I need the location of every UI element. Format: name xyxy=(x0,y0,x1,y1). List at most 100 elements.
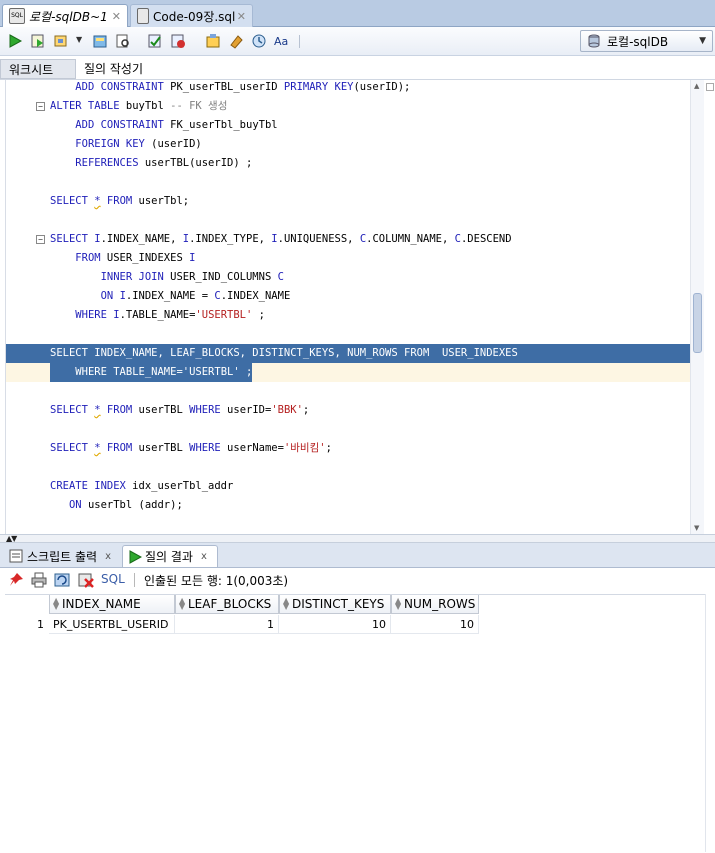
code-line[interactable]: REFERENCES userTBL(userID) ; xyxy=(6,154,690,173)
code-token: .INDEX_NAME xyxy=(220,290,291,302)
code-line[interactable] xyxy=(6,420,690,439)
table-cell[interactable]: 10 xyxy=(391,615,479,634)
tab-label: 스크립트 출력 xyxy=(27,549,98,564)
unshared-sql-icon[interactable] xyxy=(205,33,221,49)
run-script-icon[interactable] xyxy=(30,33,46,49)
code-line[interactable]: ADD CONSTRAINT PK_userTBL_userID PRIMARY… xyxy=(6,80,690,97)
code-token: (userID) xyxy=(144,138,202,150)
cancel-query-icon[interactable] xyxy=(78,572,94,588)
commit-icon[interactable] xyxy=(92,33,108,49)
grid-scrollbar[interactable] xyxy=(705,594,715,852)
code-text: ADD CONSTRAINT PK_userTBL_userID PRIMARY… xyxy=(50,80,410,97)
code-token: I xyxy=(189,252,196,264)
sql-link[interactable]: SQL xyxy=(101,572,125,586)
code-line[interactable]: WHERE I.TABLE_NAME='USERTBL' ; xyxy=(6,306,690,325)
fold-toggle-icon[interactable]: − xyxy=(36,235,45,244)
code-token: FROM xyxy=(404,347,430,359)
tab-sqldb-worksheet[interactable]: SQL 로컬-sqlDB~1 ✕ xyxy=(2,4,128,27)
code-line[interactable]: FOREIGN KEY (userID) xyxy=(6,135,690,154)
commit-check-icon[interactable] xyxy=(147,33,163,49)
column-header-distinct-keys[interactable]: ▲ ▼ DISTINCT_KEYS xyxy=(279,595,391,614)
column-header-leaf-blocks[interactable]: ▲ ▼ LEAF_BLOCKS xyxy=(175,595,279,614)
code-token: userTBL xyxy=(132,442,190,454)
tab-label: Code-09장.sql xyxy=(153,9,236,24)
connection-select[interactable]: 로컬-sqlDB ▼ xyxy=(580,30,713,52)
print-icon[interactable] xyxy=(31,572,47,588)
rollback-icon[interactable] xyxy=(170,33,186,49)
close-icon[interactable]: x xyxy=(201,551,207,562)
editor-scrollbar[interactable]: ▲ ▼ xyxy=(690,80,704,534)
eraser-icon[interactable] xyxy=(228,33,244,49)
code-line[interactable]: CREATE INDEX idx_userTbl_addr xyxy=(6,477,690,496)
pin-icon[interactable] xyxy=(8,572,24,588)
sql-editor[interactable]: ADD CONSTRAINT PK_userTBL_userID PRIMARY… xyxy=(5,80,705,534)
code-token: buyTbl xyxy=(119,100,171,112)
code-token: INDEX_NAME, LEAF_BLOCKS, DISTINCT_KEYS, … xyxy=(87,347,405,359)
sql-history-icon[interactable] xyxy=(251,33,267,49)
code-line[interactable]: FROM USER_INDEXES I xyxy=(6,249,690,268)
code-token: userID= xyxy=(220,404,272,416)
close-icon[interactable]: ✕ xyxy=(112,10,121,23)
code-token: 'USERTBL' xyxy=(195,309,253,321)
code-text: REFERENCES userTBL(userID) ; xyxy=(50,154,252,173)
table-cell[interactable]: 10 xyxy=(279,615,391,634)
code-line[interactable] xyxy=(6,325,690,344)
code-token: ON xyxy=(100,290,114,302)
editor-tab-bar: SQL 로컬-sqlDB~1 ✕ Code-09장.sql ✕ xyxy=(0,0,715,27)
close-icon[interactable]: ✕ xyxy=(237,10,246,23)
code-token: -- FK 생성 xyxy=(170,100,228,112)
explain-plan-icon[interactable] xyxy=(115,33,131,49)
tab-worksheet[interactable]: 워크시트 xyxy=(0,59,76,79)
code-token: TABLE_NAME= xyxy=(106,366,183,378)
tab-query-result[interactable]: 질의 결과 x xyxy=(122,545,218,567)
tab-query-builder[interactable]: 질의 작성기 xyxy=(76,59,151,79)
code-line[interactable] xyxy=(6,211,690,230)
code-line[interactable] xyxy=(6,173,690,192)
results-tab-bar: 스크립트 출력 x 질의 결과 x xyxy=(0,543,715,568)
fold-toggle-icon[interactable]: − xyxy=(36,102,45,111)
worksheet-subtabs: 워크시트 질의 작성기 xyxy=(0,58,715,80)
scrollbar-thumb[interactable] xyxy=(693,293,702,353)
code-token: USER_INDEXES xyxy=(100,252,190,264)
code-line[interactable] xyxy=(6,458,690,477)
column-header-index-name[interactable]: ▲ ▼ INDEX_NAME xyxy=(49,595,175,614)
table-cell[interactable]: 1 xyxy=(175,615,279,634)
code-line[interactable]: − ALTER TABLE buyTbl -- FK 생성 xyxy=(6,97,690,116)
refresh-icon[interactable] xyxy=(54,572,70,588)
tab-code-file[interactable]: Code-09장.sql ✕ xyxy=(130,4,253,27)
run-statement-icon[interactable] xyxy=(7,33,23,49)
table-cell[interactable]: PK_USERTBL_USERID xyxy=(49,615,175,634)
split-arrows-icon[interactable]: ▲▼ xyxy=(6,534,17,543)
scroll-down-icon[interactable]: ▼ xyxy=(694,524,699,532)
code-text: SELECT * FROM userTBL WHERE userName='바비… xyxy=(50,439,332,458)
sort-icon: ▲ ▼ xyxy=(283,596,290,611)
row-number: 1 xyxy=(37,618,44,631)
code-token: FROM xyxy=(106,442,133,454)
code-token: .INDEX_TYPE, xyxy=(189,233,272,245)
scroll-up-icon[interactable]: ▲ xyxy=(694,82,699,90)
code-line[interactable]: INNER JOIN USER_IND_COLUMNS C xyxy=(6,268,690,287)
code-text: SELECT I.INDEX_NAME, I.INDEX_TYPE, I.UNI… xyxy=(50,230,512,249)
code-line[interactable]: WHERE TABLE_NAME='USERTBL' ; xyxy=(6,363,690,382)
chevron-down-icon[interactable]: ▼ xyxy=(76,35,82,44)
close-icon[interactable]: x xyxy=(105,551,111,562)
code-line[interactable]: SELECT INDEX_NAME, LEAF_BLOCKS, DISTINCT… xyxy=(6,344,690,363)
code-line[interactable] xyxy=(6,382,690,401)
script-output-icon xyxy=(9,549,23,563)
autotrace-icon[interactable] xyxy=(53,33,69,49)
code-line[interactable]: SELECT * FROM userTbl; xyxy=(6,192,690,211)
code-token: .TABLE_NAME= xyxy=(119,309,196,321)
code-line[interactable]: SELECT * FROM userTBL WHERE userID='BBK'… xyxy=(6,401,690,420)
code-line[interactable]: − SELECT I.INDEX_NAME, I.INDEX_TYPE, I.UN… xyxy=(6,230,690,249)
code-line[interactable]: ON userTbl (addr); xyxy=(6,496,690,515)
code-text: ON I.INDEX_NAME = C.INDEX_NAME xyxy=(50,287,291,306)
tab-script-output[interactable]: 스크립트 출력 x xyxy=(4,545,122,567)
code-line[interactable]: ADD CONSTRAINT FK_userTbl_buyTbl xyxy=(6,116,690,135)
column-header-num-rows[interactable]: ▲ ▼ NUM_ROWS xyxy=(391,595,479,614)
format-case-icon[interactable]: Aa xyxy=(274,33,290,49)
code-token: PK_userTBL_userID xyxy=(163,81,284,93)
pane-splitter[interactable]: ▲▼ xyxy=(0,534,715,543)
code-line[interactable]: ON I.INDEX_NAME = C.INDEX_NAME xyxy=(6,287,690,306)
code-line[interactable]: SELECT * FROM userTBL WHERE userName='바비… xyxy=(6,439,690,458)
